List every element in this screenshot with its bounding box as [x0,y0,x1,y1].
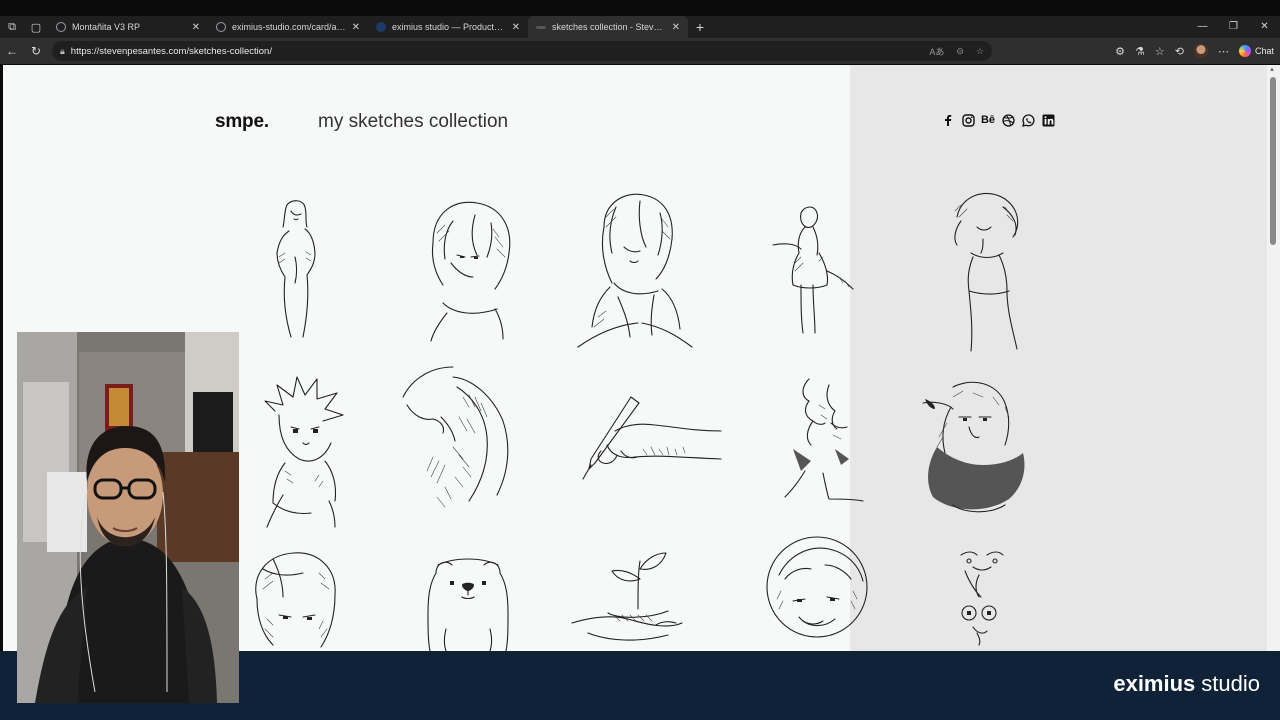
eximius-favicon-icon [376,22,386,32]
polar-bear-sketch[interactable] [418,551,518,651]
tab-title: eximius studio — Productos digit [392,22,506,32]
behance-icon[interactable]: Bē [981,113,995,127]
profile-kiss-sketch[interactable] [393,357,523,517]
girl-portrait-sketch[interactable] [243,549,348,651]
favorites-icon[interactable]: ☆ [1155,45,1165,58]
restore-icon[interactable]: ❐ [1218,16,1249,38]
spiky-hair-girl-sketch[interactable] [255,371,355,531]
page-scrollbar[interactable]: ▲ [1267,65,1280,651]
refresh-icon[interactable]: ↻ [24,44,48,58]
copilot-chat-button[interactable]: Chat [1238,45,1274,57]
close-tab-icon[interactable]: ✕ [352,22,360,33]
funny-faces-sketch[interactable] [945,545,1020,646]
dribbble-icon[interactable] [1001,113,1015,127]
window-controls: — ❐ ✕ [1187,16,1280,38]
site-favicon-icon [536,25,546,29]
tab-actions-icon[interactable]: ▢ [24,16,48,38]
short-hair-girl-sketch[interactable] [413,193,523,343]
browser-tab-bar: ⧉ ▢ Montañita V3 RP ✕ eximius-studio.com… [0,16,1280,38]
tab-eximius-products[interactable]: eximius studio — Productos digit ✕ [368,16,528,38]
address-bar-actions: Aあ ⊝ ☆ [929,41,984,61]
hand-pen-sketch[interactable] [571,395,723,485]
scrollbar-thumb[interactable] [1270,77,1276,245]
screen: ⧉ ▢ Montañita V3 RP ✕ eximius-studio.com… [0,0,1280,720]
hand-plant-sketch[interactable] [568,549,688,651]
split-screen-icon[interactable]: ⚗ [1135,45,1145,58]
scroll-up-icon[interactable]: ▲ [1269,67,1275,73]
girl-dress-sketch[interactable] [943,187,1038,355]
globe-icon [56,22,66,32]
facebook-icon[interactable] [941,113,955,127]
address-bar[interactable]: 🔒︎ https://stevenpesantes.com/sketches-c… [52,41,992,61]
page-right-panel [850,65,1267,651]
tab-title: sketches collection - Steven Pesa [552,22,666,32]
girl-collar-sketch[interactable] [570,187,700,355]
globe-icon [216,22,226,32]
profile-avatar[interactable] [1193,44,1208,58]
chat-label: Chat [1254,46,1274,56]
girl-standing-sketch[interactable] [263,197,333,347]
faces-kiss-sketch[interactable] [779,375,869,515]
close-tab-icon[interactable]: ✕ [192,22,200,33]
zoom-icon[interactable]: ⊝ [956,46,964,57]
old-wizard-sketch[interactable] [913,377,1038,517]
copilot-icon [1238,45,1251,57]
page-title: my sketches collection [318,111,509,132]
social-links: Bē [941,113,1055,127]
url-text: https://stevenpesantes.com/sketches-coll… [70,45,272,57]
read-aloud-icon[interactable]: Aあ [929,45,944,58]
close-window-icon[interactable]: ✕ [1249,16,1280,38]
brand-light: studio [1201,671,1260,696]
browser-toolbar: ← ↻ 🔒︎ https://stevenpesantes.com/sketch… [0,38,1280,64]
smiling-boy-sketch[interactable] [759,535,879,651]
site-logo[interactable]: smpe. [215,111,269,133]
extensions-icon[interactable]: ⚙ [1115,45,1125,58]
close-tab-icon[interactable]: ✕ [512,22,520,33]
history-icon[interactable]: ⟲ [1175,45,1184,58]
new-tab-button[interactable]: + [688,19,712,35]
tab-title: eximius-studio.com/card/app/car [232,22,346,32]
tab-montanita[interactable]: Montañita V3 RP ✕ [48,16,208,38]
whatsapp-icon[interactable] [1021,113,1035,127]
webcam-overlay [17,332,239,703]
close-tab-icon[interactable]: ✕ [672,22,680,33]
workspaces-icon[interactable]: ⧉ [0,16,24,38]
toolbar-right-actions: ⚙ ⚗ ☆ ⟲ ⋯ Chat [1115,38,1274,64]
presenter-video-image [17,332,239,703]
tab-title: Montañita V3 RP [72,22,141,32]
girl-dress-back-sketch[interactable] [765,201,865,341]
brand-mark: e [1113,671,1126,696]
tab-eximius-card[interactable]: eximius-studio.com/card/app/car ✕ [208,16,368,38]
tab-sketches-collection[interactable]: sketches collection - Steven Pesa ✕ [528,16,688,38]
brand-bold: ximius [1125,671,1196,696]
minimize-icon[interactable]: — [1187,16,1218,38]
instagram-icon[interactable] [961,113,975,127]
eximius-studio-logo: e ximius studio [1113,671,1260,697]
more-menu-icon[interactable]: ⋯ [1218,45,1229,58]
back-icon[interactable]: ← [0,44,24,58]
linkedin-icon[interactable] [1041,113,1055,127]
favorite-star-icon[interactable]: ☆ [976,46,984,57]
lock-icon[interactable]: 🔒︎ [60,46,65,57]
